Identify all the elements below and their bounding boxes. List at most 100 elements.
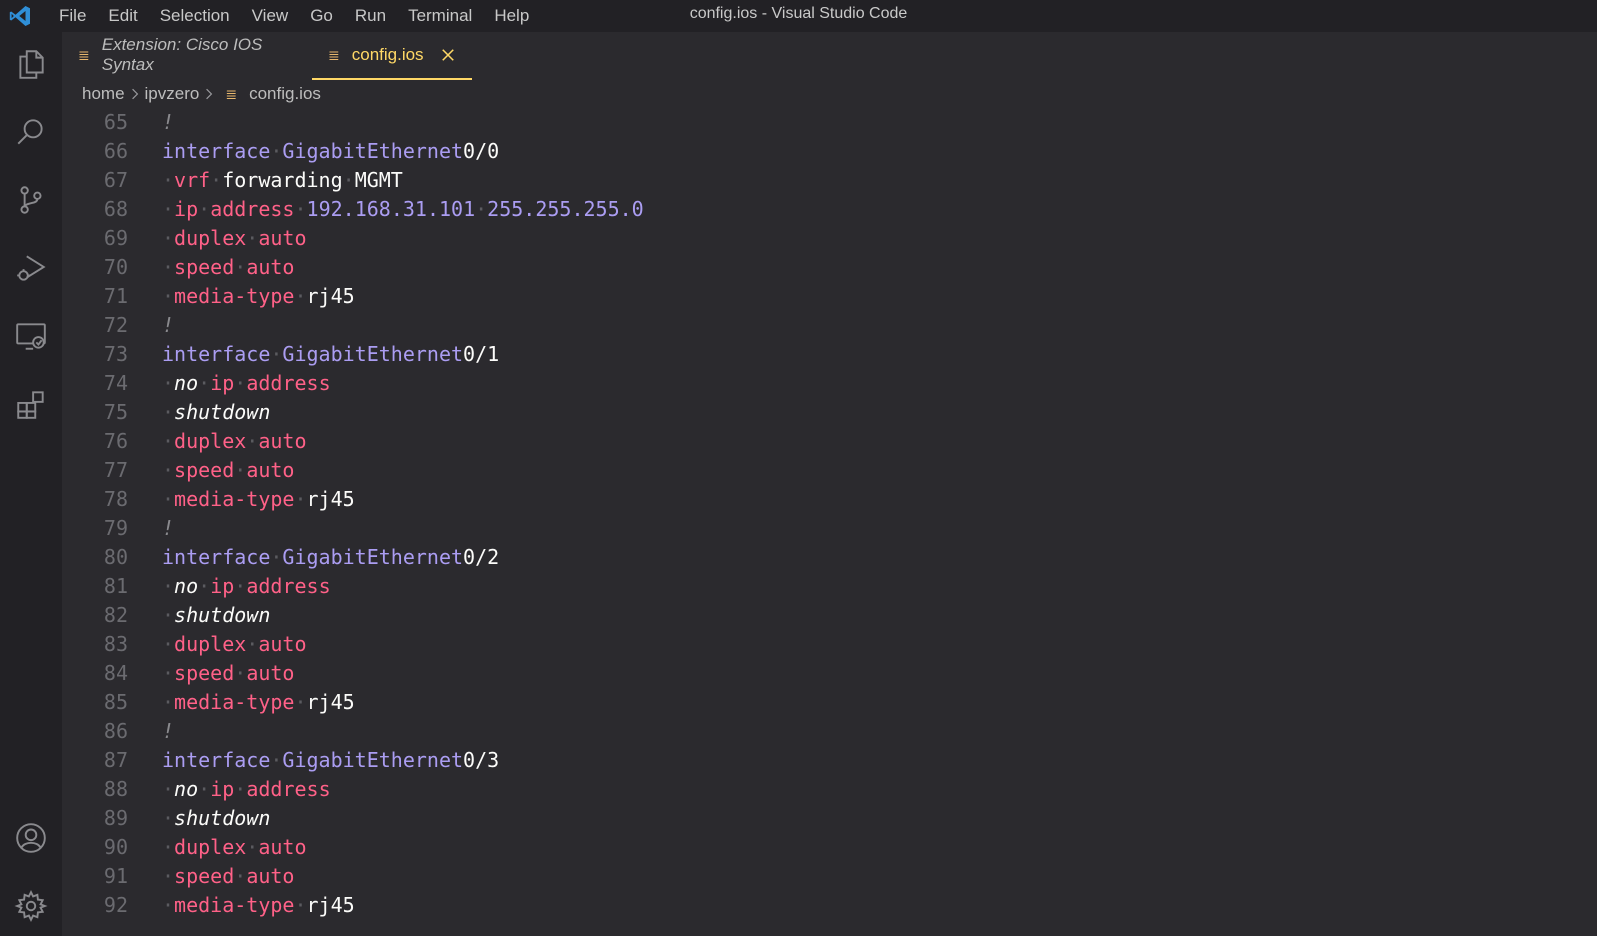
code-token: no — [174, 777, 199, 801]
code-line[interactable]: 75 ·shutdown — [62, 398, 1562, 427]
menu-bar: File Edit Selection View Go Run Terminal… — [48, 0, 540, 32]
search-icon[interactable] — [11, 112, 51, 152]
code-token: interface — [162, 545, 271, 569]
code-line[interactable]: 72! — [62, 311, 1562, 340]
code-line[interactable]: 78 ·media-type·rj45 — [62, 485, 1562, 514]
code-token: shutdown — [174, 400, 271, 424]
code-line[interactable]: 77 ·speed·auto — [62, 456, 1562, 485]
code-line[interactable]: 92 ·media-type·rj45 — [62, 891, 1562, 920]
code-line[interactable]: 85 ·media-type·rj45 — [62, 688, 1562, 717]
line-number: 73 — [103, 342, 128, 366]
code-line[interactable]: 83 ·duplex·auto — [62, 630, 1562, 659]
settings-gear-icon[interactable] — [11, 886, 51, 926]
line-number: 76 — [103, 429, 128, 453]
file-lines-icon: ≣ — [78, 46, 90, 63]
line-content: ·shutdown — [162, 398, 270, 427]
code-token: interface — [162, 139, 271, 163]
code-line[interactable]: 91 ·speed·auto — [62, 862, 1562, 891]
line-number: 84 — [103, 661, 128, 685]
menu-edit[interactable]: Edit — [97, 0, 148, 32]
menu-run[interactable]: Run — [344, 0, 397, 32]
code-line[interactable]: 80 interface·GigabitEthernet0/2 — [62, 543, 1562, 572]
menu-file[interactable]: File — [48, 0, 97, 32]
code-token: rj45 — [306, 690, 355, 714]
menu-selection[interactable]: Selection — [149, 0, 241, 32]
whitespace-dot: · — [162, 197, 175, 221]
code-line[interactable]: 73 interface·GigabitEthernet0/1 — [62, 340, 1562, 369]
tab-config-ios[interactable]: ≣ config.ios — [312, 32, 472, 80]
run-debug-icon[interactable] — [11, 248, 51, 288]
tab-label: Extension: Cisco IOS Syntax — [101, 35, 263, 74]
vscode-logo-icon[interactable] — [8, 4, 32, 28]
breadcrumb-file[interactable]: config.ios — [249, 84, 321, 104]
whitespace-dot: · — [342, 168, 355, 192]
code-token: interface — [162, 748, 271, 772]
code-line[interactable]: 79! — [62, 514, 1562, 543]
line-content: ·media-type·rj45 — [162, 688, 355, 717]
whitespace-dot: · — [270, 748, 283, 772]
whitespace-dot: · — [162, 632, 175, 656]
breadcrumb-home[interactable]: home — [82, 84, 125, 104]
tab-extension-cisco-ios-syntax[interactable]: ≣ Extension: Cisco IOS Syntax — [62, 32, 312, 78]
whitespace-dot: · — [162, 226, 175, 250]
code-token: rj45 — [306, 487, 355, 511]
line-number: 67 — [103, 168, 128, 192]
code-line[interactable]: 67 ·vrf·forwarding·MGMT — [62, 166, 1562, 195]
code-line[interactable]: 89 ·shutdown — [62, 804, 1562, 833]
code-line[interactable]: 88 ·no·ip·address — [62, 775, 1562, 804]
code-line[interactable]: 82 ·shutdown — [62, 601, 1562, 630]
code-line[interactable]: 90 ·duplex·auto — [62, 833, 1562, 862]
menu-help[interactable]: Help — [483, 0, 540, 32]
breadcrumb-ipvzero[interactable]: ipvzero — [145, 84, 200, 104]
line-content: ! — [162, 717, 174, 746]
extensions-icon[interactable] — [11, 384, 51, 424]
whitespace-dot: · — [246, 429, 259, 453]
whitespace-dot: · — [162, 458, 175, 482]
menu-terminal[interactable]: Terminal — [397, 0, 483, 32]
source-control-icon[interactable] — [11, 180, 51, 220]
menu-view[interactable]: View — [241, 0, 300, 32]
code-line[interactable]: 66 interface·GigabitEthernet0/0 — [62, 137, 1562, 166]
code-token: GigabitEthernet — [282, 748, 464, 772]
line-number: 91 — [103, 864, 128, 888]
line-content: interface·GigabitEthernet0/1 — [162, 340, 499, 369]
code-token: duplex — [174, 226, 247, 250]
code-editor[interactable]: 65! 66 interface·GigabitEthernet0/0 67 ·vrf·… — [62, 108, 1597, 936]
code-token: MGMT — [354, 168, 403, 192]
code-line[interactable]: 81 ·no·ip·address — [62, 572, 1562, 601]
code-line[interactable]: 86! — [62, 717, 1562, 746]
files-icon[interactable] — [11, 44, 51, 84]
code-token: auto — [246, 458, 295, 482]
line-number: 89 — [103, 806, 128, 830]
code-token: speed — [174, 864, 235, 888]
code-line[interactable]: 65! — [62, 108, 1562, 137]
whitespace-dot: · — [162, 168, 175, 192]
code-line[interactable]: 70 ·speed·auto — [62, 253, 1562, 282]
whitespace-dot: · — [246, 226, 259, 250]
code-line[interactable]: 84 ·speed·auto — [62, 659, 1562, 688]
code-token: GigabitEthernet — [282, 342, 464, 366]
menu-go[interactable]: Go — [299, 0, 344, 32]
line-content: ·media-type·rj45 — [162, 891, 355, 920]
line-content: ·no·ip·address — [162, 572, 331, 601]
close-icon[interactable] — [440, 47, 456, 63]
code-line[interactable]: 87 interface·GigabitEthernet0/3 — [62, 746, 1562, 775]
line-content: ·no·ip·address — [162, 369, 331, 398]
code-line[interactable]: 71 ·media-type·rj45 — [62, 282, 1562, 311]
line-number: 79 — [103, 516, 128, 540]
line-number: 80 — [103, 545, 128, 569]
code-token: 0/3 — [463, 748, 500, 772]
remote-explorer-icon[interactable] — [11, 316, 51, 356]
whitespace-dot: · — [198, 371, 211, 395]
code-token: ip — [210, 574, 235, 598]
whitespace-dot: · — [234, 864, 247, 888]
line-content: interface·GigabitEthernet0/2 — [162, 543, 499, 572]
line-content: ·shutdown — [162, 601, 270, 630]
code-line[interactable]: 74 ·no·ip·address — [62, 369, 1562, 398]
code-line[interactable]: 76 ·duplex·auto — [62, 427, 1562, 456]
account-icon[interactable] — [11, 818, 51, 858]
code-token: address — [246, 574, 331, 598]
code-line[interactable]: 69 ·duplex·auto — [62, 224, 1562, 253]
whitespace-dot: · — [162, 255, 175, 279]
code-line[interactable]: 68 ·ip·address·192.168.31.101·255.255.255… — [62, 195, 1562, 224]
